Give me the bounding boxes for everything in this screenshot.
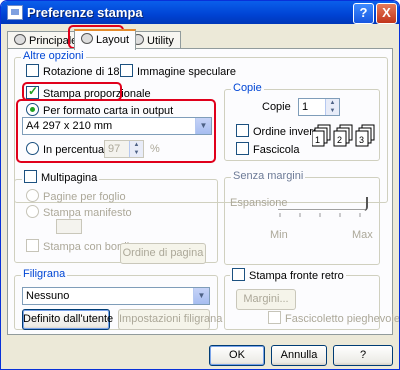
slider-ticks [279, 213, 361, 217]
multipage-label: Multipagina [41, 172, 98, 184]
mirror-checkbox-box[interactable] [120, 64, 133, 77]
collate-page-2: 2 [337, 135, 342, 145]
proportional-print-checkbox[interactable]: Stampa proporzionale [26, 84, 151, 100]
collate-checkbox[interactable]: Fascicola [236, 142, 299, 156]
duplex-label: Stampa fronte retro [249, 270, 344, 282]
expansion-slider-track[interactable] [278, 209, 366, 211]
percent-value: 97 [108, 143, 121, 155]
poster-radio-dot[interactable] [26, 205, 39, 218]
other-options-legend: Altre opzioni [21, 50, 86, 62]
user-defined-button[interactable]: Definito dall'utente [22, 309, 113, 330]
chevron-down-icon[interactable]: ▼ [193, 288, 209, 304]
rotate-label: Rotazione di 180° [43, 66, 130, 78]
paper-size-value: A4 297 x 210 mm [26, 120, 113, 132]
by-percent-radio-dot[interactable] [26, 142, 39, 155]
principale-icon [14, 34, 26, 45]
pages-per-sheet-label: Pagine per foglio [43, 191, 126, 203]
booklet-checkbox[interactable]: Fascicoletto pieghevole [268, 311, 400, 325]
cancel-button[interactable]: Annulla [271, 345, 327, 366]
poster-label: Stampa manifesto [43, 207, 132, 219]
percent-spinner[interactable]: 97 ▲ ▼ [104, 140, 144, 158]
tab-utility-label: Utility [147, 35, 174, 47]
tab-layout[interactable]: Layout [74, 29, 137, 50]
tab-principale[interactable]: Principale [7, 31, 85, 49]
pages-per-sheet-radio-dot[interactable] [26, 189, 39, 202]
duplex-checkbox-box[interactable] [232, 268, 245, 281]
proportional-label: Stampa proporzionale [43, 88, 151, 100]
watermark-settings-button[interactable]: Impostazioni filigrana [118, 309, 222, 330]
copies-label: Copie [262, 101, 291, 113]
collate-label: Fascicola [253, 144, 300, 156]
expansion-slider-thumb[interactable] [364, 197, 368, 211]
margins-button[interactable]: Margini... [236, 289, 296, 310]
copies-spinner[interactable]: 1 ▲ ▼ [298, 98, 340, 116]
layout-panel: Altre opzioni Rotazione di 180° Immagine… [7, 48, 399, 335]
page-order-button[interactable]: Ordine di pagina [120, 243, 206, 264]
help-button[interactable]: ? [333, 345, 393, 366]
watermark-value: Nessuno [26, 290, 70, 302]
ok-button[interactable]: OK [209, 345, 265, 366]
collate-page-3: 3 [359, 135, 364, 145]
tab-principale-label: Principale [29, 35, 78, 47]
borderless-group: Senza margini [224, 170, 380, 265]
watermark-select[interactable]: Nessuno ▼ [22, 287, 210, 305]
booklet-label: Fascicoletto pieghevole [285, 313, 400, 325]
borders-checkbox[interactable]: Stampa con bordi [26, 239, 129, 253]
collate-page-1: 1 [315, 135, 320, 145]
duplex-checkbox[interactable]: Stampa fronte retro [230, 268, 346, 282]
slider-min-label: Min [270, 229, 288, 241]
pages-count-spinner[interactable] [56, 219, 82, 234]
percent-unit: % [150, 143, 160, 155]
printer-app-icon [7, 5, 23, 20]
chevron-down-icon[interactable]: ▼ [195, 118, 211, 134]
mirror-image-checkbox[interactable]: Immagine speculare [120, 64, 236, 78]
spinner-arrows-icon[interactable]: ▲ ▼ [325, 99, 339, 115]
spinner-arrows-icon[interactable]: ▲ ▼ [129, 141, 143, 157]
poster-radio[interactable]: Stampa manifesto [26, 205, 132, 219]
slider-max-label: Max [352, 229, 373, 241]
rotate-180-checkbox[interactable]: Rotazione di 180° [26, 64, 130, 78]
tab-layout-label: Layout [96, 34, 130, 46]
mirror-label: Immagine speculare [137, 66, 237, 78]
print-preferences-window: Preferenze stampa ? X Principale Layout … [0, 0, 400, 370]
multipage-checkbox-box[interactable] [24, 170, 37, 183]
by-paper-radio[interactable]: Per formato carta in output [26, 103, 173, 117]
collate-pages-icon: 1 2 3 [312, 124, 375, 147]
by-paper-radio-dot[interactable] [26, 103, 39, 116]
title-bar[interactable]: Preferenze stampa ? X [1, 1, 399, 24]
percent-label: In percentuale [43, 144, 113, 156]
window-title: Preferenze stampa [27, 5, 143, 20]
multipage-checkbox[interactable]: Multipagina [22, 170, 100, 184]
rotate-checkbox-box[interactable] [26, 64, 39, 77]
copies-value: 1 [302, 101, 309, 113]
copies-legend: Copie [231, 82, 264, 94]
proportional-checkbox-box[interactable] [26, 84, 39, 99]
close-button[interactable]: X [376, 3, 397, 24]
borders-checkbox-box[interactable] [26, 239, 39, 252]
watermark-legend: Filigrana [21, 268, 68, 280]
layout-icon [81, 33, 93, 44]
reverse-checkbox-box[interactable] [236, 124, 249, 137]
expansion-label: Espansione [230, 197, 288, 209]
pages-per-sheet-radio[interactable]: Pagine per foglio [26, 189, 126, 203]
booklet-checkbox-box[interactable] [268, 311, 281, 324]
paper-size-select[interactable]: A4 297 x 210 mm ▼ [22, 117, 212, 135]
help-title-button[interactable]: ? [353, 3, 374, 24]
borders-label: Stampa con bordi [43, 241, 130, 253]
borderless-legend: Senza margini [231, 170, 306, 182]
by-percent-radio[interactable]: In percentuale [26, 142, 113, 156]
collate-checkbox-box[interactable] [236, 142, 249, 155]
by-paper-label: Per formato carta in output [43, 105, 174, 117]
